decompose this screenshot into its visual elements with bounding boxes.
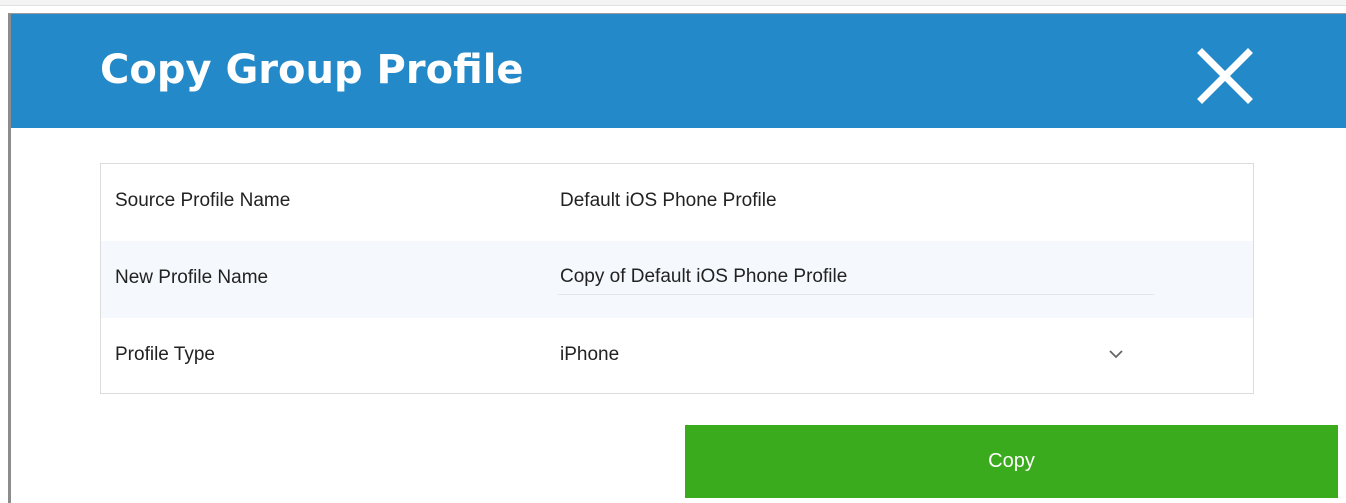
profile-type-select[interactable]: iPhone (558, 330, 1144, 378)
profile-form-table: Source Profile Name Default iOS Phone Pr… (100, 163, 1254, 394)
dialog-header: Copy Group Profile (11, 14, 1346, 128)
chevron-down-icon (1109, 350, 1123, 359)
source-profile-row: Source Profile Name Default iOS Phone Pr… (101, 164, 1253, 241)
new-profile-name-input[interactable] (558, 259, 1154, 295)
profile-type-row: Profile Type iPhone (101, 318, 1253, 393)
profile-type-selected-value: iPhone (560, 344, 620, 365)
close-button[interactable] (1193, 44, 1257, 108)
source-profile-label: Source Profile Name (115, 190, 291, 211)
copy-button[interactable]: Copy (685, 425, 1338, 498)
source-profile-value: Default iOS Phone Profile (560, 190, 777, 211)
top-strip (0, 0, 1346, 6)
new-profile-label: New Profile Name (115, 267, 269, 288)
new-profile-row: New Profile Name (101, 241, 1253, 318)
dialog-title: Copy Group Profile (100, 47, 524, 93)
profile-type-label: Profile Type (115, 344, 215, 365)
close-icon (1197, 48, 1253, 104)
